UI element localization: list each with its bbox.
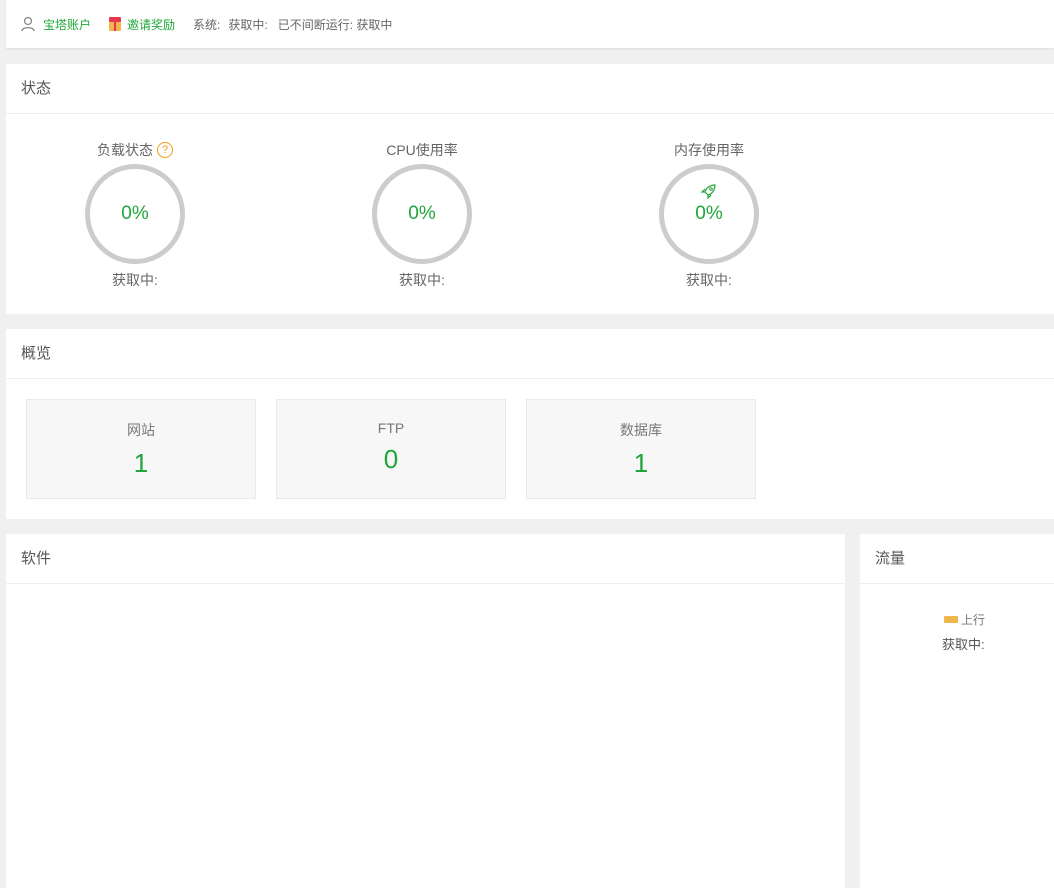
ftp-count: 0 [383, 444, 399, 474]
user-icon [21, 16, 35, 32]
memory-sub: 获取中: [686, 272, 732, 288]
account-label: 宝塔账户 [43, 17, 92, 32]
software-panel: 软件 [6, 534, 845, 888]
system-value: 获取中: [228, 17, 268, 32]
website-card[interactable]: 网站 1 [26, 399, 256, 499]
help-icon[interactable]: ? [157, 142, 173, 158]
load-ring[interactable]: 0% [85, 164, 185, 264]
uptime-text: 已不间断运行: 获取中 [277, 17, 393, 32]
status-panel: 状态 负载状态 ? 0% 获取中: CPU使用率 0% 获取中: 内存使用率 0… [6, 64, 1054, 314]
rocket-icon[interactable] [699, 181, 719, 201]
database-label: 数据库 [620, 422, 662, 438]
account-link[interactable]: 宝塔账户 [20, 16, 91, 33]
overview-panel: 概览 网站 1 FTP 0 数据库 1 [6, 329, 1054, 519]
load-sub: 获取中: [112, 272, 158, 288]
traffic-status: 获取中: [942, 637, 985, 652]
invite-link[interactable]: 邀请奖励 [109, 16, 175, 33]
memory-value: 0% [695, 203, 723, 224]
traffic-panel: 流量 上行 获取中: [860, 534, 1054, 888]
ftp-label: FTP [377, 420, 405, 436]
traffic-title: 流量 [860, 534, 1054, 584]
cpu-ring[interactable]: 0% [372, 164, 472, 264]
cpu-gauge: CPU使用率 0% 获取中: [342, 140, 502, 290]
top-bar: 宝塔账户 邀请奖励 系统: 获取中: 已不间断运行: 获取中 [6, 0, 1054, 48]
ftp-card[interactable]: FTP 0 [276, 399, 506, 499]
memory-ring[interactable]: 0% [659, 164, 759, 264]
traffic-legend[interactable]: 上行 [944, 611, 985, 628]
cpu-label: CPU使用率 [386, 142, 458, 158]
memory-label: 内存使用率 [674, 142, 744, 158]
cpu-sub: 获取中: [399, 272, 445, 288]
system-info: 系统: 获取中: 已不间断运行: 获取中 [193, 16, 392, 33]
gift-icon [109, 17, 122, 31]
load-value: 0% [121, 203, 149, 224]
status-title: 状态 [6, 64, 1054, 114]
database-card[interactable]: 数据库 1 [526, 399, 756, 499]
overview-title: 概览 [6, 329, 1054, 379]
memory-gauge: 内存使用率 0% 获取中: [629, 140, 789, 290]
website-label: 网站 [127, 422, 155, 438]
upload-swatch [944, 616, 958, 623]
load-gauge: 负载状态 ? 0% 获取中: [55, 140, 215, 290]
database-count: 1 [633, 448, 649, 478]
website-count: 1 [133, 448, 149, 478]
software-title: 软件 [6, 534, 845, 584]
system-label: 系统: [193, 17, 221, 32]
load-label: 负载状态 [97, 142, 153, 158]
upload-legend-label: 上行 [961, 613, 986, 627]
cpu-value: 0% [408, 203, 436, 224]
invite-label: 邀请奖励 [127, 17, 176, 32]
